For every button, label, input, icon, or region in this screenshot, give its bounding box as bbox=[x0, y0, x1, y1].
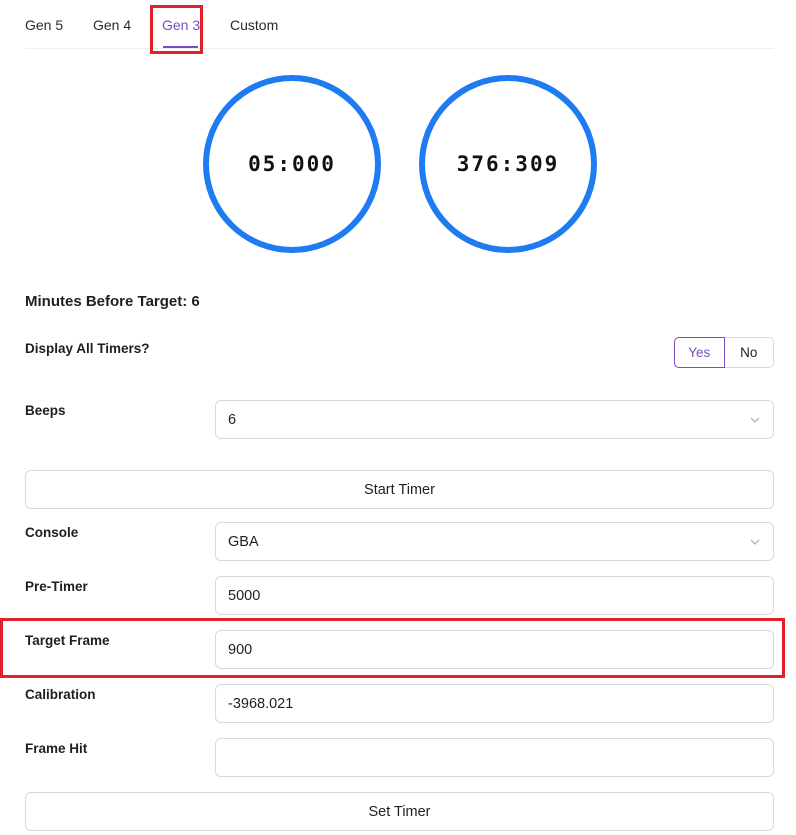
calibration-field[interactable] bbox=[215, 684, 774, 723]
target-frame-field[interactable] bbox=[215, 630, 774, 669]
calibration-input[interactable] bbox=[228, 695, 773, 712]
no-button[interactable]: No bbox=[724, 337, 774, 368]
primary-timer-value: 05:000 bbox=[248, 152, 336, 176]
console-select[interactable]: GBA bbox=[215, 522, 774, 561]
console-label: Console bbox=[25, 525, 79, 540]
beeps-selected-value: 6 bbox=[228, 411, 237, 428]
target-frame-input[interactable] bbox=[228, 641, 773, 658]
tab-bar: Gen 5 Gen 4 Gen 3 Custom bbox=[25, 0, 774, 49]
tab-gen-5[interactable]: Gen 5 bbox=[25, 17, 63, 33]
frame-hit-input[interactable] bbox=[228, 749, 773, 766]
yes-button[interactable]: Yes bbox=[674, 337, 725, 368]
set-timer-button[interactable]: Set Timer bbox=[25, 792, 774, 831]
pre-timer-input[interactable] bbox=[228, 587, 773, 604]
console-selected-value: GBA bbox=[228, 533, 259, 550]
pre-timer-field[interactable] bbox=[215, 576, 774, 615]
secondary-timer-circle: 376:309 bbox=[419, 75, 597, 253]
beeps-label: Beeps bbox=[25, 403, 66, 418]
tab-custom[interactable]: Custom bbox=[230, 17, 278, 33]
beeps-select[interactable]: 6 bbox=[215, 400, 774, 439]
secondary-timer-value: 376:309 bbox=[456, 152, 560, 176]
frame-hit-label: Frame Hit bbox=[25, 741, 88, 756]
start-timer-button[interactable]: Start Timer bbox=[25, 470, 774, 509]
target-frame-label: Target Frame bbox=[25, 633, 110, 648]
primary-timer-circle: 05:000 bbox=[203, 75, 381, 253]
pre-timer-label: Pre-Timer bbox=[25, 579, 88, 594]
chevron-down-icon bbox=[750, 417, 760, 423]
minutes-before-target-heading: Minutes Before Target: 6 bbox=[25, 293, 200, 310]
chevron-down-icon bbox=[750, 539, 760, 545]
calibration-label: Calibration bbox=[25, 687, 96, 702]
frame-hit-field[interactable] bbox=[215, 738, 774, 777]
highlight-box-tab bbox=[150, 5, 203, 54]
display-all-timers-toggle: Yes No bbox=[674, 337, 774, 368]
tab-gen-4[interactable]: Gen 4 bbox=[93, 17, 131, 33]
display-all-timers-label: Display All Timers? bbox=[25, 341, 150, 356]
